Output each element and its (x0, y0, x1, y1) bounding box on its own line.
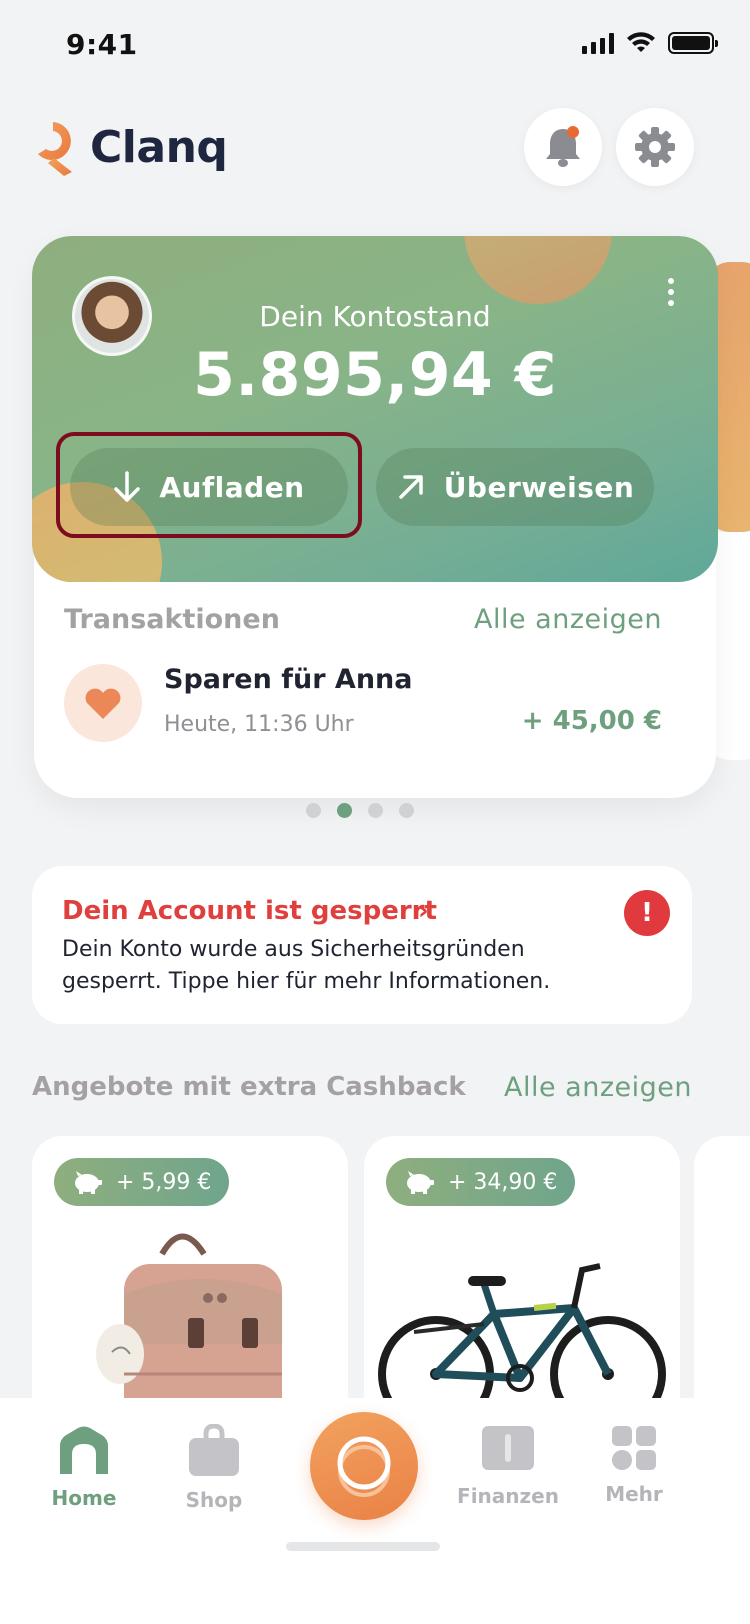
account-locked-alert[interactable]: Dein Account ist gesperrt › Dein Konto w… (32, 866, 692, 1024)
shopping-bag-icon (189, 1424, 239, 1476)
tab-shop-label: Shop (185, 1488, 243, 1512)
coin-icon (337, 1436, 391, 1497)
app-name: Clanq (90, 121, 228, 173)
transactions-title: Transaktionen (64, 604, 280, 635)
piggy-bank-icon (75, 1171, 102, 1194)
cellular-signal-icon (582, 32, 614, 54)
transaction-name[interactable]: Sparen für Anna (164, 664, 412, 695)
chevron-right-icon: › (418, 896, 429, 926)
gear-icon (635, 127, 675, 167)
transactions-show-all-link[interactable]: Alle anzeigen (474, 604, 662, 635)
transaction-icon (64, 664, 142, 742)
tab-shop[interactable]: Shop (154, 1424, 274, 1512)
clanq-logo-icon (38, 122, 72, 176)
piggy-bank-icon (407, 1171, 434, 1194)
app-logo: Clanq (30, 118, 228, 176)
transaction-amount: + 45,00 € (521, 706, 662, 736)
cashback-badge: + 5,99 € (54, 1158, 230, 1206)
decorative-circle (464, 236, 612, 304)
offers-show-all-link[interactable]: Alle anzeigen (504, 1072, 692, 1103)
status-time: 9:41 (66, 28, 138, 61)
alert-message: Dein Konto wurde aus Sicherheitsgründen … (62, 937, 551, 994)
cashback-badge: + 34,90 € (386, 1158, 576, 1206)
wifi-icon (627, 32, 655, 52)
tab-finanzen-label: Finanzen (457, 1484, 559, 1508)
carousel-dot[interactable] (306, 803, 321, 818)
carousel-page-indicator[interactable] (306, 803, 414, 818)
status-icons (582, 32, 718, 54)
transfer-button[interactable]: Überweisen (376, 448, 654, 526)
alert-exclamation-icon: ! (624, 890, 670, 936)
center-action-button[interactable] (310, 1412, 418, 1520)
notifications-button[interactable] (524, 108, 602, 186)
settings-button[interactable] (616, 108, 694, 186)
arrow-up-right-icon (398, 475, 423, 499)
heart-icon (85, 688, 121, 719)
balance-amount: 5.895,94 € (193, 340, 557, 410)
book-icon (482, 1426, 534, 1470)
transfer-label: Überweisen (443, 470, 635, 504)
battery-icon (668, 32, 718, 54)
offer-card[interactable]: + 5,99 € (32, 1136, 348, 1436)
grid-icon (612, 1426, 656, 1470)
balance-label: Dein Kontostand (259, 300, 491, 333)
carousel-dot[interactable] (399, 803, 414, 818)
tab-home[interactable]: Home (24, 1424, 144, 1510)
cashback-amount: + 5,99 € (116, 1169, 212, 1195)
home-screen: 9:41 Clanq Dein Kontostand 5.895,94 € Au… (0, 0, 750, 1624)
tab-finanzen[interactable]: Finanzen (448, 1424, 568, 1508)
tab-mehr-label: Mehr (605, 1482, 663, 1506)
topup-highlight-frame (56, 432, 362, 538)
home-icon (60, 1426, 108, 1474)
alert-title: Dein Account ist gesperrt (62, 896, 437, 926)
next-offer-card-peek[interactable] (694, 1136, 750, 1436)
carousel-dot-active[interactable] (337, 803, 352, 818)
home-indicator (286, 1542, 440, 1551)
status-bar: 9:41 (0, 0, 750, 90)
offer-card[interactable]: + 34,90 € (364, 1136, 680, 1436)
transaction-date: Heute, 11:36 Uhr (164, 712, 354, 737)
cashback-amount: + 34,90 € (448, 1169, 558, 1195)
carousel-dot[interactable] (368, 803, 383, 818)
offers-title: Angebote mit extra Cashback (32, 1072, 466, 1102)
bell-icon (546, 126, 580, 167)
tab-mehr[interactable]: Mehr (574, 1424, 694, 1506)
tab-home-label: Home (51, 1486, 117, 1510)
